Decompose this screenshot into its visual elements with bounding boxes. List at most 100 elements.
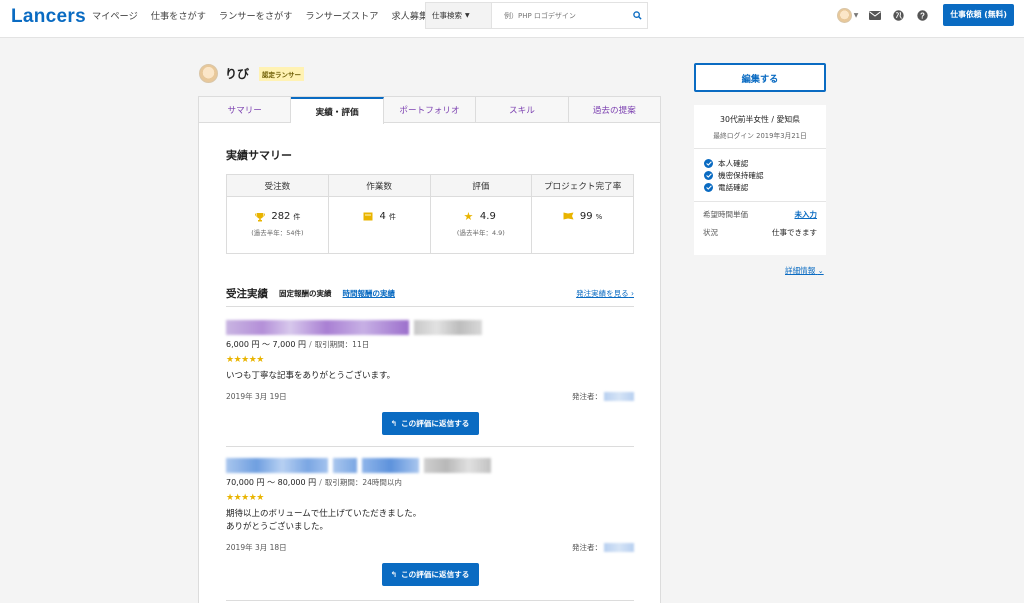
details-label: 詳細情報 [785, 266, 816, 275]
tab-portfolio[interactable]: ポートフォリオ [383, 97, 477, 122]
globe-icon[interactable] [891, 8, 906, 23]
check-circle-icon [704, 170, 713, 180]
main-nav: マイページ 仕事をさがす ランサーをさがす ランサーズストア 求人募集 [92, 0, 441, 30]
summary-table: 受注数 282 件 (過去半年：54件) 作業数 4 件 評価 ★ 4.9 (過… [226, 174, 634, 254]
job-title-redacted[interactable] [226, 458, 634, 473]
nav-find-jobs[interactable]: 仕事をさがす [151, 8, 206, 22]
hourly-rate-row: 希望時間単価 未入力 [694, 209, 826, 220]
client-label: 発注者： [572, 391, 602, 401]
summary-value-row: 282 件 [227, 211, 328, 222]
rating-stars: ★★★★★ [226, 493, 264, 503]
profile-header: りび 認定ランサー [199, 64, 305, 83]
verification-nda: 機密保持確認 [704, 170, 816, 180]
summary-col-work: 作業数 4 件 [328, 175, 431, 253]
verification-label: 機密保持確認 [718, 170, 764, 180]
job-comment-line: 期待以上のボリュームで仕上げていただきました。 [226, 509, 422, 519]
header-right: ▼ ? 仕事依頼 (無料) [836, 4, 1014, 26]
mail-icon[interactable] [867, 8, 882, 23]
post-job-button[interactable]: 仕事依頼 (無料) [943, 4, 1014, 26]
caret-down-icon: ▼ [465, 12, 470, 19]
search-input[interactable] [492, 11, 627, 20]
verification-phone: 電話確認 [704, 182, 816, 192]
view-order-history-link[interactable]: 発注実績を見る › [576, 288, 634, 299]
folder-icon [362, 211, 373, 222]
job-client: 発注者： [572, 542, 634, 553]
job-comment: 期待以上のボリュームで仕上げていただきました。 ありがとうございました。 [226, 508, 634, 534]
status-value: 仕事できます [772, 228, 817, 237]
profile-main-panel: サマリー 実績・評価 ポートフォリオ スキル 過去の提案 実績サマリー 受注数 … [198, 96, 661, 603]
summary-sub: (過去半年：4.9) [456, 229, 505, 237]
tab-past-proposals[interactable]: 過去の提案 [568, 97, 661, 122]
job-client: 発注者： [572, 391, 634, 402]
verification-list: 本人確認 機密保持確認 電話確認 [694, 149, 826, 202]
search-category-select[interactable]: 仕事検索 ▼ [426, 3, 492, 28]
search-box: 仕事検索 ▼ [425, 2, 648, 29]
tab-summary[interactable]: サマリー [199, 97, 292, 122]
summary-value: 4.9 [479, 211, 496, 222]
job-item: 6,000 円 〜 7,000 円 / 取引期間：11日 ★★★★★ いつも丁寧な記… [226, 320, 634, 435]
summary-header: プロジェクト完了率 [532, 175, 633, 197]
nav-lancers-store[interactable]: ランサーズストア [305, 8, 378, 22]
redacted-text [226, 320, 409, 335]
client-name-redacted[interactable] [604, 391, 634, 401]
trophy-icon [254, 211, 265, 222]
help-icon[interactable]: ? [915, 8, 930, 23]
reply-to-review-button[interactable]: ↰ この評価に返信する [381, 411, 479, 435]
summary-header: 受注数 [227, 175, 328, 197]
profile-info-card: 30代前半女性 / 愛知県 最終ログイン 2019年3月21日 本人確認 機密保… [694, 105, 826, 255]
summary-value: 4 [379, 211, 386, 222]
profile-tabs: サマリー 実績・評価 ポートフォリオ スキル 過去の提案 [199, 97, 661, 124]
search-category-label: 仕事検索 [432, 11, 462, 20]
job-item: 70,000 円 〜 80,000 円 / 取引期間：24時間以内 ★★★★★ 期待… [226, 458, 634, 586]
status-row: 状況 仕事できます [694, 227, 826, 238]
summary-value-row: 99 % [532, 211, 633, 222]
check-circle-icon [704, 182, 713, 192]
chevron-right-icon: › [631, 289, 634, 298]
job-period: 取引期間：11日 [314, 340, 370, 349]
job-date: 2019年 3月 18日 [226, 542, 287, 552]
profile-name: りび [225, 67, 250, 81]
job-comment-line: ありがとうございました。 [226, 521, 329, 532]
verification-label: 本人確認 [718, 158, 749, 168]
tab-hourly-reward[interactable]: 時間報酬の実績 [343, 288, 396, 299]
redacted-text [333, 458, 357, 473]
reply-icon: ↰ [390, 418, 398, 428]
nav-find-lancers[interactable]: ランサーをさがす [219, 8, 293, 22]
search-button[interactable] [627, 3, 647, 28]
job-price-row: 6,000 円 〜 7,000 円 / 取引期間：11日 [226, 339, 634, 350]
verification-identity: 本人確認 [704, 158, 816, 168]
user-avatar[interactable] [836, 7, 852, 23]
job-divider [226, 600, 634, 601]
flag-icon [563, 211, 574, 222]
lancers-logo[interactable]: Lancers [11, 6, 86, 28]
tab-fixed-reward[interactable]: 固定報酬の実績 [279, 288, 332, 299]
job-period: 取引期間：24時間以内 [324, 478, 402, 487]
job-comment: いつも丁寧な記事をありがとうございます。 [226, 371, 396, 381]
summary-header: 評価 [430, 175, 532, 197]
details-link[interactable]: 詳細情報 ⌄ [785, 265, 824, 276]
nav-mypage[interactable]: マイページ [92, 8, 138, 22]
caret-down-icon[interactable]: ▼ [854, 12, 859, 19]
nav-recruit[interactable]: 求人募集 [391, 8, 428, 22]
job-price: 6,000 円 〜 7,000 円 [226, 340, 306, 349]
job-meta: 2019年 3月 18日 発注者： [226, 542, 634, 553]
search-icon [632, 11, 642, 20]
tab-results[interactable]: 実績・評価 [291, 97, 384, 124]
svg-text:?: ? [920, 11, 925, 20]
summary-value-row: 4 件 [329, 211, 430, 222]
chevron-down-icon: ⌄ [817, 267, 824, 275]
profile-demographic: 30代前半女性 / 愛知県 [720, 115, 800, 124]
tab-skills[interactable]: スキル [476, 97, 569, 122]
global-header: Lancers マイページ 仕事をさがす ランサーをさがす ランサーズストア 求… [0, 0, 1024, 38]
client-name-redacted[interactable] [604, 542, 634, 552]
summary-unit: 件 [388, 212, 396, 221]
star-icon: ★ [463, 210, 474, 223]
summary-unit: % [595, 212, 603, 221]
job-title-redacted[interactable] [226, 320, 634, 335]
summary-col-orders: 受注数 282 件 (過去半年：54件) [227, 175, 329, 253]
job-meta: 2019年 3月 19日 発注者： [226, 391, 634, 402]
reply-to-review-button[interactable]: ↰ この評価に返信する [381, 562, 479, 586]
hourly-rate-value-link[interactable]: 未入力 [795, 209, 818, 220]
status-label: 状況 [703, 228, 718, 237]
edit-profile-button[interactable]: 編集する [694, 63, 826, 92]
